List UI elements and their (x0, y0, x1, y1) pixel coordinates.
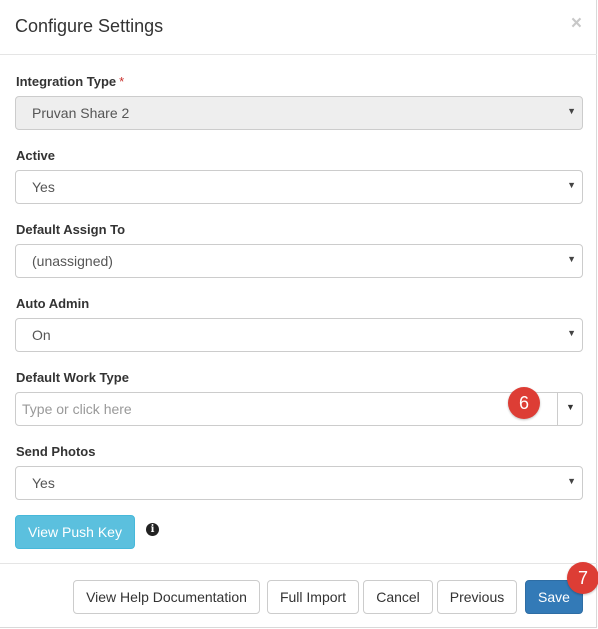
send-photos-select[interactable]: Yes ▼ (15, 466, 583, 500)
auto-admin-label: Auto Admin (16, 296, 90, 311)
chevron-down-icon: ▼ (567, 254, 576, 264)
chevron-down-icon: ▼ (567, 106, 576, 116)
cancel-button[interactable]: Cancel (363, 580, 433, 614)
active-select[interactable]: Yes ▼ (15, 170, 583, 204)
default-assign-to-label: Default Assign To (16, 222, 126, 237)
modal-header: Configure Settings × (0, 0, 597, 55)
required-mark: * (119, 74, 125, 89)
default-assign-to-select[interactable]: (unassigned) ▼ (15, 244, 583, 278)
modal-title: Configure Settings (15, 16, 164, 36)
view-help-documentation-button[interactable]: View Help Documentation (73, 580, 260, 614)
annotation-badge-7: 7 (567, 562, 598, 594)
chevron-down-icon: ▼ (567, 328, 576, 338)
previous-button[interactable]: Previous (437, 580, 517, 614)
configure-settings-modal: Configure Settings × Integration Type * P… (0, 0, 598, 628)
full-import-button[interactable]: Full Import (267, 580, 359, 614)
integration-type-select[interactable]: Pruvan Share 2 ▼ (15, 96, 583, 130)
default-work-type-label: Default Work Type (16, 370, 129, 385)
close-icon[interactable]: × (571, 14, 582, 33)
default-assign-to-value: (unassigned) (32, 253, 113, 269)
auto-admin-value: On (32, 327, 51, 343)
integration-type-value: Pruvan Share 2 (32, 105, 130, 121)
default-work-type-combobox: Type or click here ▼ (15, 392, 583, 426)
send-photos-label: Send Photos (16, 444, 96, 459)
default-work-type-input[interactable]: Type or click here (16, 393, 557, 425)
info-icon[interactable]: i (146, 523, 159, 536)
active-label: Active (16, 148, 56, 163)
chevron-down-icon: ▼ (567, 476, 576, 486)
chevron-down-icon: ▼ (566, 402, 575, 412)
default-work-type-dropdown-toggle[interactable]: ▼ (557, 393, 582, 425)
active-value: Yes (32, 179, 55, 195)
chevron-down-icon: ▼ (567, 180, 576, 190)
send-photos-value: Yes (32, 475, 55, 491)
footer-divider (0, 563, 597, 564)
auto-admin-select[interactable]: On ▼ (15, 318, 583, 352)
integration-type-label-text: Integration Type (16, 74, 117, 89)
view-push-key-button[interactable]: View Push Key (15, 515, 135, 549)
annotation-badge-6: 6 (508, 387, 540, 419)
integration-type-label: Integration Type * (16, 74, 124, 89)
default-work-type-placeholder: Type or click here (22, 401, 132, 417)
